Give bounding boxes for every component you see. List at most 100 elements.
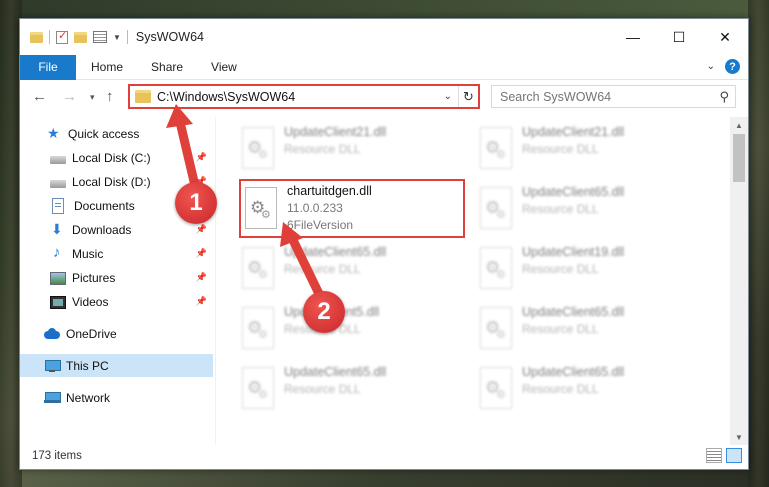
file-name: UpdateClient65.dll: [284, 365, 387, 379]
toolbar-separator: [126, 30, 128, 44]
file-version: 11.0.0.233: [287, 201, 343, 215]
music-icon: [50, 244, 66, 262]
file-name: UpdateClient65.dll: [522, 365, 625, 379]
file-name: UpdateClient21.dll: [522, 125, 625, 139]
file-item[interactable]: UpdateClient65.dll Resource DLL: [238, 243, 464, 293]
this-pc-icon: [44, 358, 61, 374]
sidebar-item-downloads[interactable]: Downloads 📌: [20, 218, 213, 241]
pictures-icon: [50, 272, 66, 285]
properties-check-icon[interactable]: [56, 29, 68, 44]
sidebar-item-this-pc[interactable]: This PC: [20, 354, 213, 377]
file-description: Resource DLL: [522, 202, 599, 216]
file-item[interactable]: UpdateClient65.dll Resource DLL: [476, 183, 702, 233]
refresh-icon[interactable]: ↻: [458, 86, 478, 107]
step-1-badge: 1: [175, 182, 217, 224]
sidebar-item-label: Videos: [72, 294, 109, 309]
new-folder-icon[interactable]: [74, 31, 87, 43]
file-description: Resource DLL: [522, 262, 599, 276]
sidebar-item-music[interactable]: Music 📌: [20, 242, 213, 265]
recent-locations-icon[interactable]: ▾: [90, 92, 95, 103]
sidebar-item-label: Downloads: [72, 222, 132, 237]
address-row: ← → ▾ ↑ C:\Windows\SysWOW64 ⌄ ↻ ⚲: [20, 81, 748, 113]
search-input[interactable]: [500, 89, 720, 104]
tab-view[interactable]: View: [197, 60, 251, 74]
dll-file-icon: [480, 187, 512, 229]
maximize-button[interactable]: ☐: [656, 19, 702, 55]
pin-icon[interactable]: 📌: [196, 248, 207, 259]
file-item[interactable]: UpdateClient21.dll Resource DLL: [476, 123, 702, 173]
sidebar-item-onedrive[interactable]: OneDrive: [20, 322, 213, 345]
chevron-down-icon[interactable]: ⌄: [444, 91, 452, 102]
sidebar-item-quick-access[interactable]: Quick access: [20, 122, 213, 145]
videos-icon: [50, 296, 66, 309]
dll-file-icon: [242, 247, 274, 289]
network-icon: [44, 390, 61, 406]
help-icon[interactable]: ?: [725, 59, 740, 74]
sidebar-item-label: Quick access: [68, 126, 140, 141]
chevron-down-icon[interactable]: ⌄: [707, 61, 715, 72]
address-bar[interactable]: C:\Windows\SysWOW64 ⌄ ↻: [128, 84, 480, 109]
folder-icon[interactable]: [30, 31, 43, 43]
sidebar-item-local-disk-c[interactable]: Local Disk (C:) 📌: [20, 146, 213, 169]
pin-icon[interactable]: 📌: [196, 152, 207, 163]
pin-icon[interactable]: 📌: [196, 296, 207, 307]
file-item[interactable]: UpdateClient19.dll Resource DLL: [476, 243, 702, 293]
dll-file-icon: [480, 247, 512, 289]
back-arrow-icon[interactable]: ←: [32, 88, 47, 105]
pin-icon[interactable]: 📌: [196, 224, 207, 235]
vertical-scrollbar[interactable]: ▲ ▼: [730, 117, 748, 445]
file-name: UpdateClient65.dll: [522, 305, 625, 319]
tab-home[interactable]: Home: [76, 60, 137, 74]
file-description: Resource DLL: [284, 382, 361, 396]
close-button[interactable]: ✕: [702, 19, 748, 55]
ribbon: File Home Share View ⌄ ?: [20, 54, 748, 80]
star-icon: [46, 125, 62, 142]
chevron-down-icon[interactable]: ▼: [113, 33, 121, 42]
file-list: UpdateClient21.dll Resource DLL chartuitd…: [217, 117, 729, 445]
search-box[interactable]: ⚲: [491, 85, 736, 108]
explorer-window: ▼ SysWOW64 — ☐ ✕ File Home Share View ⌄ …: [19, 18, 749, 470]
status-bar: 173 items: [20, 443, 748, 469]
item-count: 173 items: [32, 450, 82, 462]
pin-icon[interactable]: 📌: [196, 272, 207, 283]
file-description: Resource DLL: [522, 322, 599, 336]
file-item[interactable]: UpdateClient65.dll Resource DLL: [238, 363, 464, 413]
downloads-icon: [50, 221, 66, 238]
sidebar-item-label: Local Disk (D:): [72, 174, 151, 189]
sidebar-item-network[interactable]: Network: [20, 386, 213, 409]
disk-icon: [50, 155, 66, 164]
title-bar: ▼ SysWOW64 — ☐ ✕: [20, 19, 748, 55]
tab-share[interactable]: Share: [137, 60, 197, 74]
minimize-button[interactable]: —: [610, 19, 656, 55]
tab-file[interactable]: File: [20, 54, 76, 80]
details-view-icon[interactable]: [706, 448, 722, 463]
file-item[interactable]: UpdateClient65.dll Resource DLL: [476, 363, 702, 413]
up-arrow-icon[interactable]: ↑: [106, 88, 114, 105]
search-icon[interactable]: ⚲: [719, 89, 729, 105]
file-name: UpdateClient65.dll: [284, 245, 387, 259]
toolbar-separator: [49, 30, 50, 44]
sidebar-item-label: Local Disk (C:): [72, 150, 151, 165]
file-item[interactable]: UpdateClient65.dll Resource DLL: [476, 303, 702, 353]
dll-file-icon: [245, 187, 277, 229]
sidebar-item-pictures[interactable]: Pictures 📌: [20, 266, 213, 289]
file-name: UpdateClient65.dll: [522, 185, 625, 199]
file-item-chartuitdgen[interactable]: chartuitdgen.dll 11.0.0.233 6FileVersion: [239, 179, 465, 238]
dll-file-icon: [480, 367, 512, 409]
dll-file-icon: [480, 127, 512, 169]
customize-toolbar-icon[interactable]: [93, 31, 107, 43]
ribbon-right: ⌄ ?: [707, 59, 740, 74]
step-2-badge: 2: [303, 291, 345, 333]
scrollbar-thumb[interactable]: [733, 134, 745, 182]
large-icons-view-icon[interactable]: [726, 448, 742, 463]
file-item[interactable]: UpdateClient21.dll Resource DLL: [238, 123, 464, 173]
sidebar-item-label: Documents: [74, 198, 135, 213]
file-description: Resource DLL: [284, 142, 361, 156]
sidebar-item-videos[interactable]: Videos 📌: [20, 290, 213, 313]
address-path[interactable]: C:\Windows\SysWOW64: [157, 90, 444, 104]
file-description: 6FileVersion: [287, 218, 354, 232]
dll-file-icon: [242, 127, 274, 169]
file-item[interactable]: UpdateClient5.dllResource DLL: [238, 303, 464, 353]
forward-arrow-icon[interactable]: →: [62, 88, 77, 105]
scroll-up-icon[interactable]: ▲: [730, 117, 748, 133]
